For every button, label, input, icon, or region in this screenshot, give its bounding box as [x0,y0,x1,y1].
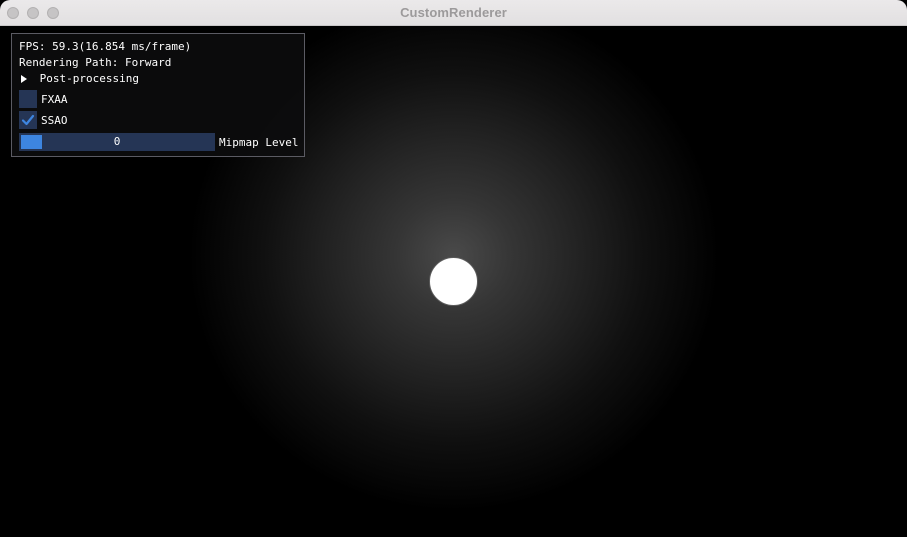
checkmark-icon [21,114,35,126]
fxaa-label: FXAA [41,92,68,106]
ssao-checkbox[interactable] [19,111,37,129]
app-window: CustomRenderer FPS: 59.3(16.854 ms/frame… [0,0,907,537]
rendering-path-readout: Rendering Path: Forward [19,56,172,69]
ssao-checkbox-row[interactable]: SSAO [19,111,68,129]
mipmap-slider-row: 0 Mipmap Level [19,133,298,151]
post-processing-tree-node[interactable]: Post-processing [19,72,139,86]
tree-node-label: Post-processing [39,72,139,85]
slider-value: 0 [113,135,121,148]
fps-readout: FPS: 59.3(16.854 ms/frame) [19,40,192,53]
mipmap-level-label: Mipmap Level [219,135,299,149]
debug-panel: FPS: 59.3(16.854 ms/frame) Rendering Pat… [11,33,305,157]
fxaa-checkbox[interactable] [19,90,37,108]
title-bar: CustomRenderer [0,0,907,26]
fxaa-checkbox-row[interactable]: FXAA [19,90,68,108]
window-title: CustomRenderer [400,5,507,20]
mipmap-level-slider[interactable]: 0 [19,133,215,151]
collapsed-arrow-icon [21,75,27,83]
rendered-sphere [429,257,478,306]
ssao-label: SSAO [41,113,68,127]
